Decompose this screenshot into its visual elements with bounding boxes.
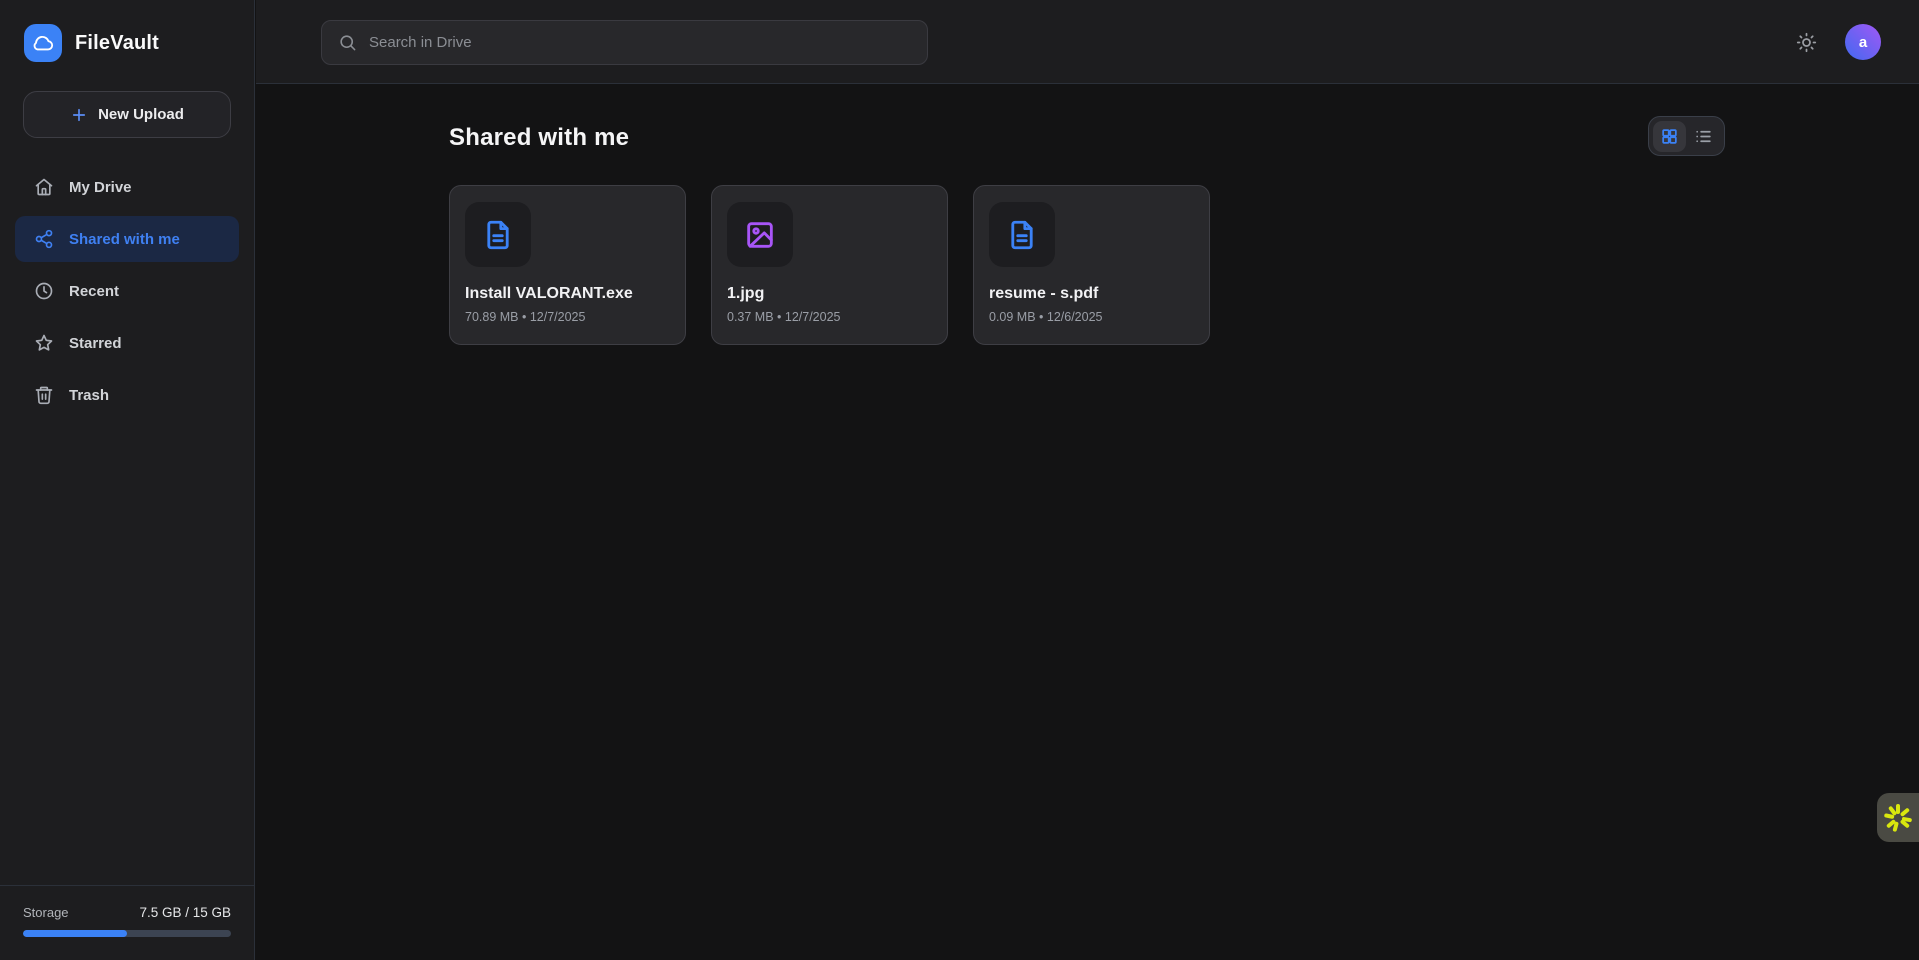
user-avatar[interactable]: a — [1845, 24, 1881, 60]
file-grid: Install VALORANT.exe 70.89 MB • 12/7/202… — [449, 185, 1210, 345]
page-title: Shared with me — [449, 124, 629, 152]
cloud-logo-icon — [24, 24, 62, 62]
file-meta: 70.89 MB • 12/7/2025 — [465, 310, 585, 324]
file-tile — [465, 202, 531, 267]
star-icon — [34, 333, 54, 353]
sidebar-item-label: My Drive — [69, 179, 132, 196]
file-meta: 0.37 MB • 12/7/2025 — [727, 310, 840, 324]
image-file-icon — [743, 218, 777, 252]
app-logo: FileVault — [0, 0, 254, 62]
storage-progress-fill — [23, 930, 127, 937]
view-toggle — [1648, 116, 1725, 156]
search-box[interactable] — [321, 20, 928, 65]
storage-section: Storage 7.5 GB / 15 GB — [0, 885, 254, 960]
theme-toggle-button[interactable] — [1792, 28, 1821, 57]
file-name: 1.jpg — [727, 285, 935, 303]
sidebar-item-label: Recent — [69, 283, 119, 300]
sun-icon — [1796, 32, 1817, 53]
file-tile — [989, 202, 1055, 267]
new-upload-button[interactable]: New Upload — [23, 91, 231, 138]
file-meta: 0.09 MB • 12/6/2025 — [989, 310, 1102, 324]
share-icon — [34, 229, 54, 249]
list-view-button[interactable] — [1688, 121, 1721, 152]
sidebar-nav: My Drive Shared with me Recent Starred T… — [15, 164, 239, 418]
new-upload-label: New Upload — [98, 106, 184, 123]
extension-badge[interactable] — [1877, 793, 1919, 842]
file-name: Install VALORANT.exe — [465, 285, 673, 303]
sidebar-item-label: Shared with me — [69, 231, 180, 248]
clock-icon — [34, 281, 54, 301]
document-file-icon — [481, 218, 515, 252]
sidebar-item-starred[interactable]: Starred — [15, 320, 239, 366]
search-icon — [338, 33, 357, 52]
sidebar-item-recent[interactable]: Recent — [15, 268, 239, 314]
document-file-icon — [1005, 218, 1039, 252]
sidebar-item-my-drive[interactable]: My Drive — [15, 164, 239, 210]
file-tile — [727, 202, 793, 267]
sidebar-item-label: Trash — [69, 387, 109, 404]
plus-icon — [70, 106, 88, 124]
app-title: FileVault — [75, 32, 159, 55]
sidebar-item-trash[interactable]: Trash — [15, 372, 239, 418]
search-input[interactable] — [369, 34, 911, 51]
file-card[interactable]: 1.jpg 0.37 MB • 12/7/2025 — [711, 185, 948, 345]
file-card[interactable]: resume - s.pdf 0.09 MB • 12/6/2025 — [973, 185, 1210, 345]
grid-view-icon — [1660, 127, 1679, 146]
storage-usage: 7.5 GB / 15 GB — [139, 905, 231, 920]
trash-icon — [34, 385, 54, 405]
list-view-icon — [1694, 127, 1713, 146]
header-actions: a — [1792, 0, 1881, 84]
file-card[interactable]: Install VALORANT.exe 70.89 MB • 12/7/202… — [449, 185, 686, 345]
starburst-icon — [1883, 803, 1913, 833]
filevault-app: FileVault New Upload My Drive Shared wit… — [0, 0, 1919, 960]
main-content: Shared with me Install VALORANT.exe 70.8… — [256, 85, 1919, 960]
grid-view-button[interactable] — [1653, 121, 1686, 152]
sidebar-item-shared-with-me[interactable]: Shared with me — [15, 216, 239, 262]
file-name: resume - s.pdf — [989, 285, 1197, 303]
top-bar: a — [256, 0, 1919, 84]
avatar-letter: a — [1859, 34, 1867, 51]
sidebar: FileVault New Upload My Drive Shared wit… — [0, 0, 255, 960]
home-icon — [34, 177, 54, 197]
sidebar-item-label: Starred — [69, 335, 122, 352]
storage-label: Storage — [23, 905, 69, 920]
storage-progress-track — [23, 930, 231, 937]
